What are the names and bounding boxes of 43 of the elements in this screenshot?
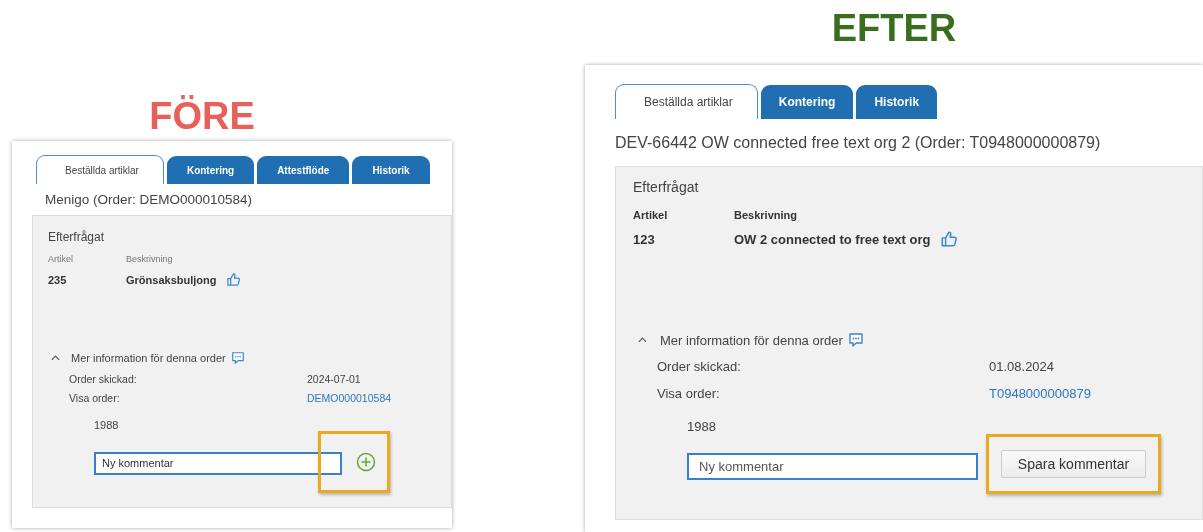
article-description: OW 2 connected to free text org — [734, 231, 931, 247]
info-label: Order skickad: — [657, 359, 742, 374]
column-label: Beskrivning — [126, 254, 174, 264]
article-number: 235 — [48, 273, 68, 286]
article-number: 123 — [633, 231, 656, 247]
info-value: 2024-07-01 — [307, 373, 362, 385]
chevron-icon[interactable] — [638, 337, 647, 343]
chevron-icon[interactable] — [51, 355, 60, 361]
chat-bubble-icon[interactable] — [847, 332, 864, 348]
tab[interactable]: Beställda artiklar — [36, 155, 164, 184]
info-label: Visa order: — [69, 392, 121, 404]
tab[interactable]: Historik — [856, 85, 938, 119]
tab[interactable]: Beställda artiklar — [615, 84, 758, 119]
column-label: Artikel — [633, 209, 669, 221]
add-icon[interactable] — [356, 452, 376, 472]
info-value: 01.08.2024 — [989, 359, 1056, 374]
thumbs-up-icon[interactable] — [226, 272, 242, 287]
comparison-heading: FÖRE — [149, 94, 255, 139]
tab[interactable]: Kontering — [760, 85, 854, 119]
order-title: DEV-66442 OW connected free text org 2 (Order: T0948000000879) — [615, 133, 1101, 152]
comment-label: 1988 — [94, 419, 120, 431]
info-label: Order skickad: — [69, 373, 138, 385]
order-title: Menigo (Order: DEMO000010584) — [45, 192, 253, 207]
comment-field[interactable]: Ny kommentar — [687, 452, 978, 480]
order-link[interactable]: T0948000000879 — [989, 386, 1185, 401]
comparison-heading: EFTER — [831, 6, 957, 51]
section-title: Efterfrågat — [48, 230, 106, 244]
comment-label: 1988 — [687, 419, 717, 434]
more-info-toggle[interactable]: Mer information för denna order — [660, 332, 843, 348]
comment-field[interactable]: Ny kommentar — [94, 451, 342, 475]
save-comment-button[interactable]: Spara kommentar — [1000, 450, 1147, 478]
tab[interactable]: Kontering — [166, 156, 255, 184]
info-label: Visa order: — [657, 386, 721, 401]
more-info-toggle[interactable]: Mer information för denna order — [71, 352, 226, 364]
article-description: Grönsaksbuljong — [126, 273, 217, 286]
chat-bubble-icon[interactable] — [230, 351, 245, 365]
section-title: Efterfrågat — [633, 179, 700, 195]
column-label: Beskrivning — [734, 209, 798, 221]
column-label: Artikel — [48, 254, 74, 264]
tab[interactable]: Historik — [352, 156, 430, 184]
order-link[interactable]: DEMO000010584 — [307, 392, 436, 404]
tab[interactable]: Attestflöde — [257, 156, 350, 184]
thumbs-up-icon[interactable] — [940, 230, 959, 248]
